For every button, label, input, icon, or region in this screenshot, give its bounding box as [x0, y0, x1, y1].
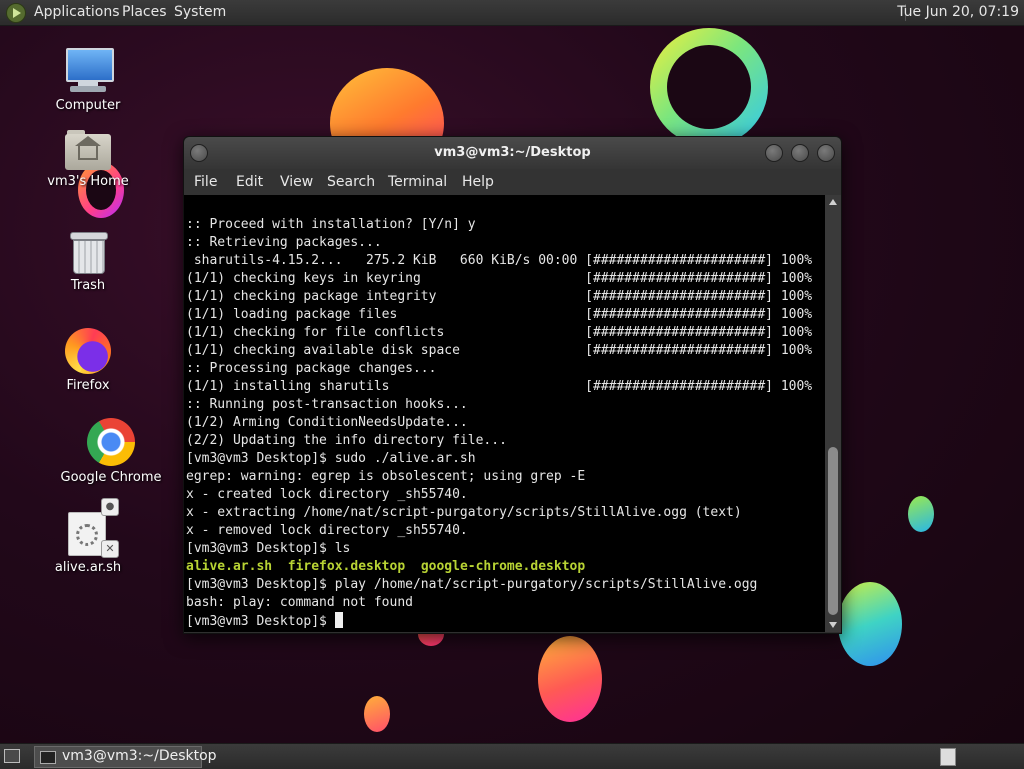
terminal-line: (2/2) Updating the info directory file..…	[186, 433, 507, 448]
desktop-icon-label: Google Chrome	[60, 470, 162, 485]
terminal-line: x - created lock directory _sh55740.	[186, 487, 468, 502]
terminal-scrollbar[interactable]	[825, 195, 841, 632]
terminal-menubar: File Edit View Search Terminal Help	[184, 169, 841, 195]
terminal-line: (1/1) checking for file conflicts [#####…	[186, 325, 813, 340]
terminal-line: egrep: warning: egrep is obsolescent; us…	[186, 469, 586, 484]
terminal-line: [vm3@vm3 Desktop]$ ls	[186, 541, 351, 556]
lock-icon: ●	[101, 498, 119, 516]
ls-file-alive: alive.ar.sh	[186, 559, 273, 574]
menu-edit[interactable]: Edit	[236, 174, 263, 190]
system-menu[interactable]: System	[174, 4, 226, 20]
applications-menu[interactable]: Applications	[34, 4, 120, 20]
terminal-line: :: Running post-transaction hooks...	[186, 397, 468, 412]
maximize-button[interactable]	[791, 144, 809, 162]
terminal-line: [vm3@vm3 Desktop]$ play /home/nat/script…	[186, 577, 758, 592]
ls-file-chrome: google-chrome.desktop	[420, 559, 586, 574]
window-titlebar[interactable]: vm3@vm3:~/Desktop	[184, 137, 841, 169]
show-desktop-icon[interactable]	[4, 749, 20, 763]
wallpaper-pink-blob	[538, 636, 602, 722]
desktop-icon-chrome[interactable]: Google Chrome	[56, 418, 166, 485]
firefox-icon	[65, 328, 111, 374]
desktop-icon-label: Trash	[70, 278, 106, 293]
terminal-output[interactable]: :: Proceed with installation? [Y/n] y:: …	[184, 195, 825, 632]
text-cursor	[334, 612, 343, 628]
trash-icon	[68, 230, 108, 274]
terminal-text: :: Proceed with installation? [Y/n] y:: …	[186, 216, 812, 630]
prompt-line: [vm3@vm3 Desktop]$	[186, 612, 812, 630]
terminal-line: (1/2) Arming ConditionNeedsUpdate...	[186, 415, 468, 430]
ls-output-line: alive.ar.sh firefox.desktop google-chrom…	[186, 558, 812, 576]
desktop-icon-home[interactable]: vm3's Home	[33, 130, 143, 189]
scroll-down-arrow-icon[interactable]	[829, 622, 837, 628]
script-file-icon: ● ✕	[68, 498, 119, 558]
computer-icon	[64, 46, 114, 94]
terminal-line: (1/1) checking available disk space [###…	[186, 343, 813, 358]
terminal-line: (1/1) installing sharutils [############…	[186, 379, 813, 394]
window-title: vm3@vm3:~/Desktop	[434, 145, 591, 160]
terminal-line: bash: play: command not found	[186, 595, 413, 610]
desktop-icon-label: vm3's Home	[47, 174, 129, 189]
desktop-icon-label: alive.ar.sh	[54, 560, 122, 575]
terminal-line: :: Proceed with installation? [Y/n] y	[186, 217, 476, 232]
close-button[interactable]	[817, 144, 835, 162]
terminal-line: (1/1) checking keys in keyring [########…	[186, 271, 813, 286]
desktop-icon-trash[interactable]: Trash	[33, 230, 143, 293]
menu-search[interactable]: Search	[327, 174, 375, 190]
terminal-line: sharutils-4.15.2... 275.2 KiB 660 KiB/s …	[186, 253, 813, 268]
menu-view[interactable]: View	[280, 174, 313, 190]
desktop-icon-label: Firefox	[66, 378, 110, 393]
chrome-icon	[87, 418, 135, 466]
desktop-icon-label: Computer	[55, 98, 121, 113]
wallpaper-teal-blob	[908, 496, 934, 532]
workspace-switcher[interactable]	[940, 748, 956, 766]
wallpaper-pink-blob-small	[364, 696, 390, 732]
home-folder-icon	[65, 130, 111, 170]
taskbar-terminal-button[interactable]: vm3@vm3:~/Desktop	[34, 746, 217, 768]
terminal-line: :: Processing package changes...	[186, 361, 437, 376]
wallpaper-ring	[650, 28, 768, 146]
scroll-up-arrow-icon[interactable]	[829, 199, 837, 205]
terminal-line: x - extracting /home/nat/script-purgator…	[186, 505, 742, 520]
terminal-window: vm3@vm3:~/Desktop File Edit View Search …	[183, 136, 842, 634]
menu-help[interactable]: Help	[462, 174, 494, 190]
terminal-line: :: Retrieving packages...	[186, 235, 382, 250]
clock[interactable]: Tue Jun 20, 07:19	[897, 4, 1019, 20]
desktop-icon-script[interactable]: ● ✕ alive.ar.sh	[33, 498, 143, 575]
wallpaper-teal-blob-large	[838, 582, 902, 666]
taskbar-label: vm3@vm3:~/Desktop	[62, 748, 217, 764]
terminal-icon	[40, 751, 56, 764]
scrollbar-thumb[interactable]	[828, 447, 838, 615]
distro-logo-icon[interactable]	[6, 3, 26, 23]
terminal-line: x - removed lock directory _sh55740.	[186, 523, 468, 538]
minimize-button[interactable]	[765, 144, 783, 162]
desktop-icon-firefox[interactable]: Firefox	[33, 328, 143, 393]
menu-file[interactable]: File	[194, 174, 217, 190]
terminal-line: (1/1) loading package files [###########…	[186, 307, 813, 322]
menu-terminal[interactable]: Terminal	[388, 174, 447, 190]
places-menu[interactable]: Places	[122, 4, 167, 20]
executable-x-icon: ✕	[101, 540, 119, 558]
desktop-icon-computer[interactable]: Computer	[33, 46, 143, 113]
bottom-panel: vm3@vm3:~/Desktop	[0, 743, 1024, 769]
top-panel: Applications Places System Tue Jun 20, 0…	[0, 0, 1024, 26]
shell-prompt: [vm3@vm3 Desktop]$	[186, 614, 335, 629]
terminal-line: [vm3@vm3 Desktop]$ sudo ./alive.ar.sh	[186, 451, 476, 466]
terminal-line: (1/1) checking package integrity [######…	[186, 289, 813, 304]
ls-file-firefox: firefox.desktop	[287, 559, 406, 574]
